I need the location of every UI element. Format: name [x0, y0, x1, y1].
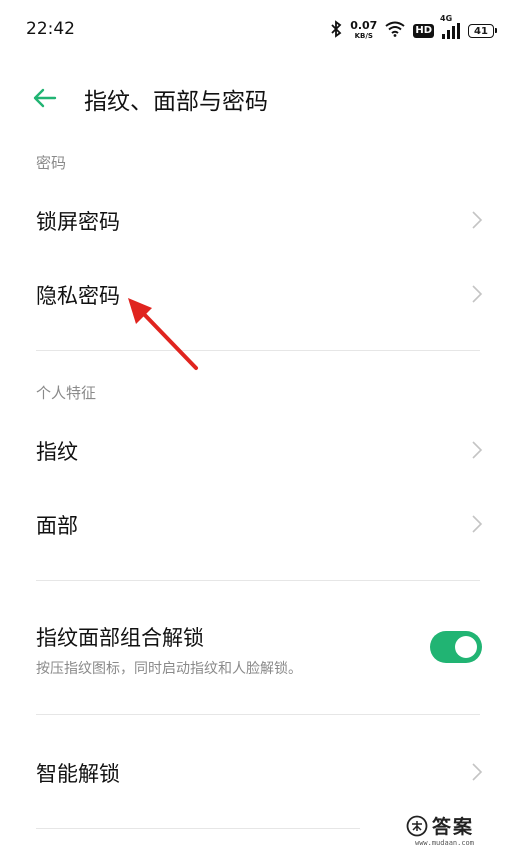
battery-indicator: 41	[468, 24, 497, 38]
back-button[interactable]	[28, 82, 60, 114]
bluetooth-icon	[330, 20, 342, 42]
menu-item-face[interactable]: 面部	[0, 488, 516, 560]
arrow-left-icon	[33, 88, 57, 108]
hd-badge: HD	[413, 24, 434, 38]
section-label-password: 密码	[36, 154, 67, 172]
combo-unlock-row: 指纹面部组合解锁 按压指纹图标，同时启动指纹和人脸解锁。	[0, 610, 516, 694]
network-speed-value: 0.07	[350, 19, 378, 32]
chevron-right-icon	[472, 285, 483, 303]
page-header: 指纹、面部与密码	[0, 70, 516, 126]
combo-unlock-toggle[interactable]	[430, 631, 482, 663]
watermark: 答案	[406, 812, 474, 839]
combo-unlock-title: 指纹面部组合解锁	[36, 626, 204, 650]
watermark-url: www.mudaan.com	[414, 839, 474, 847]
chevron-right-icon	[472, 211, 483, 229]
page-title: 指纹、面部与密码	[84, 89, 268, 115]
status-icons: 0.07 KB/S HD 4G 41	[330, 14, 497, 44]
watermark-text: 答案	[431, 816, 474, 838]
chevron-right-icon	[472, 763, 483, 781]
menu-item-fingerprint[interactable]: 指纹	[0, 414, 516, 486]
menu-item-label: 隐私密码	[36, 284, 120, 308]
network-speed-unit: KB/S	[354, 32, 373, 40]
divider	[36, 580, 480, 581]
chevron-right-icon	[472, 441, 483, 459]
menu-item-privacy-password[interactable]: 隐私密码	[0, 258, 516, 330]
menu-item-label: 智能解锁	[36, 762, 120, 786]
menu-item-label: 锁屏密码	[36, 210, 120, 234]
section-label-personal: 个人特征	[36, 384, 97, 402]
chevron-right-icon	[472, 515, 483, 533]
menu-item-label: 指纹	[36, 440, 78, 464]
divider	[36, 828, 360, 829]
network-type: 4G	[440, 14, 453, 23]
divider	[36, 350, 480, 351]
menu-item-smart-unlock[interactable]: 智能解锁	[0, 736, 516, 808]
status-bar: 22:42 0.07 KB/S HD 4G 41	[0, 0, 516, 62]
divider	[36, 714, 480, 715]
cellular-signal-icon: 4G	[440, 14, 460, 39]
combo-unlock-subtitle: 按压指纹图标，同时启动指纹和人脸解锁。	[36, 661, 302, 677]
menu-item-lock-screen-password[interactable]: 锁屏密码	[0, 184, 516, 256]
annotation-arrow-icon	[128, 298, 198, 370]
network-speed: 0.07 KB/S	[350, 19, 378, 41]
wifi-icon	[385, 21, 405, 41]
watermark-logo-icon	[406, 815, 428, 836]
status-time: 22:42	[26, 19, 75, 39]
toggle-knob	[455, 636, 477, 658]
menu-item-label: 面部	[36, 514, 78, 538]
